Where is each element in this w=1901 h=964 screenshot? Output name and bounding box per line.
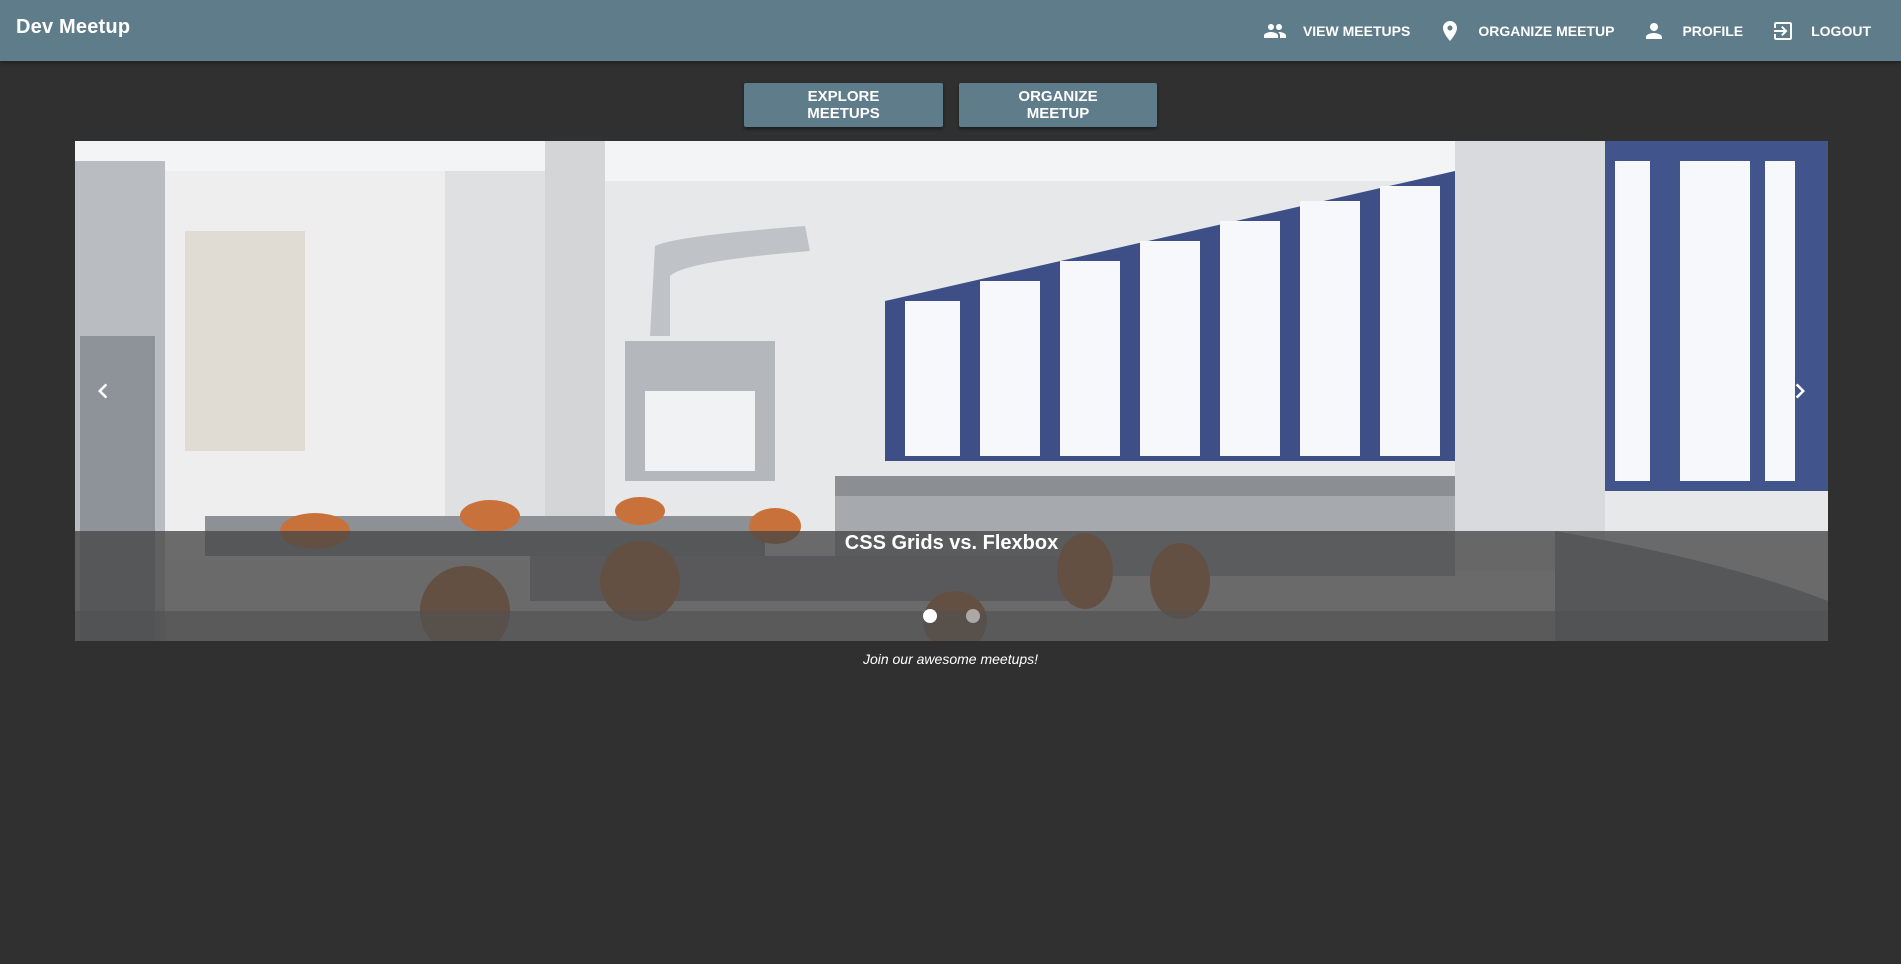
- carousel-prev-button[interactable]: [85, 373, 121, 409]
- action-buttons: Explore Meetups Organize Meetup: [0, 83, 1901, 127]
- carousel-dot[interactable]: [923, 609, 937, 623]
- nav-view-meetups-label: View Meetups: [1302, 22, 1411, 39]
- nav-organize-meetup-label: Organize Meetup: [1478, 22, 1615, 39]
- tagline: Join our awesome meetups!: [862, 651, 1039, 667]
- organize-meetup-button[interactable]: Organize Meetup: [959, 83, 1157, 127]
- nav-logout-label: Logout: [1811, 22, 1871, 39]
- person-icon: [1642, 19, 1666, 43]
- nav-profile-label: Profile: [1682, 22, 1744, 39]
- chevron-right-icon: [1795, 383, 1805, 399]
- chevron-left-icon: [98, 383, 108, 399]
- nav-profile[interactable]: Profile: [1628, 13, 1757, 49]
- main-nav: View Meetups Organize Meetup Profile Log…: [1249, 0, 1885, 61]
- exit-icon: [1771, 19, 1795, 43]
- nav-view-meetups[interactable]: View Meetups: [1249, 13, 1424, 49]
- carousel-indicators: [75, 609, 1828, 623]
- people-icon: [1263, 19, 1287, 43]
- slide-title[interactable]: CSS Grids vs. Flexbox: [75, 532, 1828, 555]
- meetup-carousel[interactable]: CSS Grids vs. Flexbox: [75, 141, 1828, 641]
- carousel-next-button[interactable]: [1782, 373, 1818, 409]
- location-pin-icon: [1438, 19, 1462, 43]
- carousel-dot[interactable]: [966, 609, 980, 623]
- nav-organize-meetup[interactable]: Organize Meetup: [1424, 13, 1628, 49]
- nav-logout[interactable]: Logout: [1757, 13, 1885, 49]
- explore-meetups-button[interactable]: Explore Meetups: [744, 83, 943, 127]
- top-toolbar: Dev Meetup View Meetups Organize Meetup …: [0, 0, 1901, 61]
- app-title[interactable]: Dev Meetup: [16, 16, 130, 39]
